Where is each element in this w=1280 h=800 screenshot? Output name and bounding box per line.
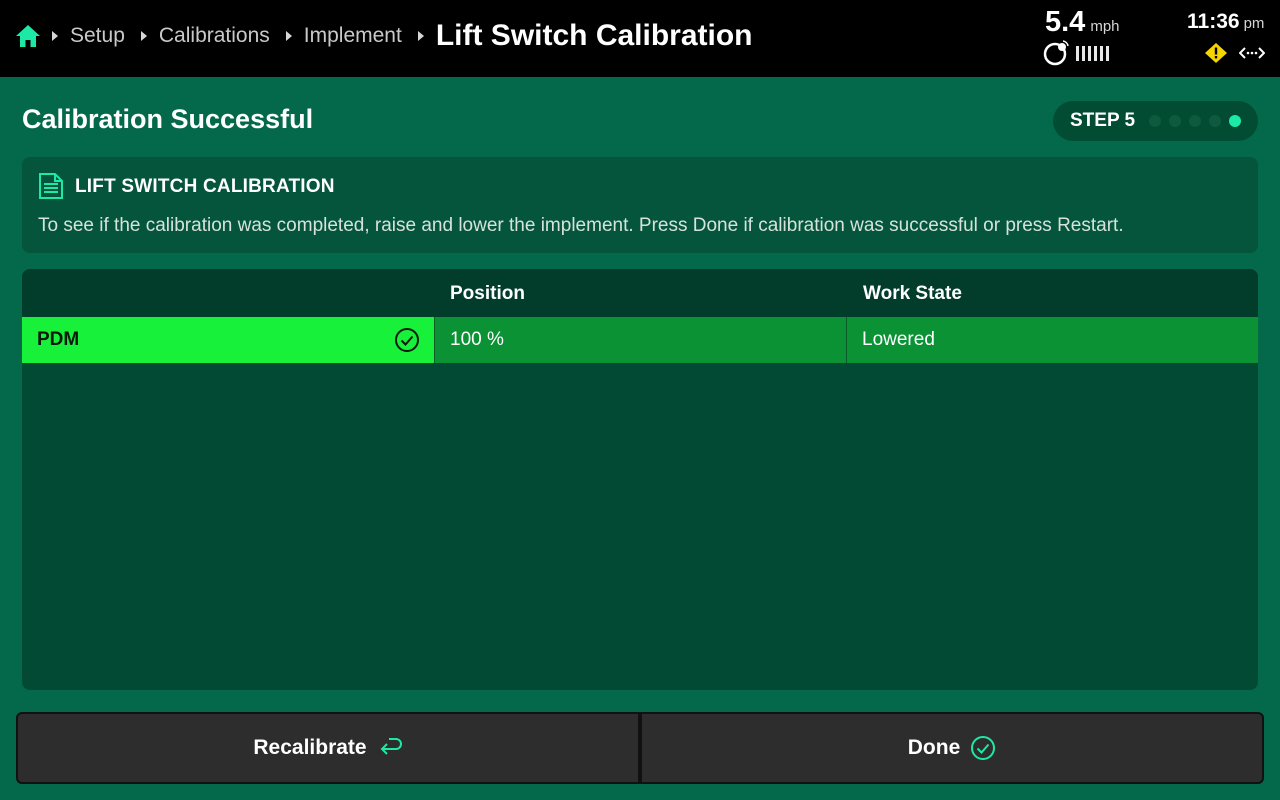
page-heading: Lift Switch Calibration	[435, 19, 753, 52]
step-dot	[1189, 115, 1202, 127]
row-name-cell: PDM	[22, 317, 434, 363]
table-header: Position Work State	[22, 269, 1258, 317]
document-icon	[39, 173, 63, 199]
step-dot-active	[1229, 115, 1242, 127]
done-button[interactable]: Done	[640, 712, 1264, 784]
column-header-work-state: Work State	[863, 283, 962, 304]
instruction-card: LIFT SWITCH CALIBRATION To see if the ca…	[22, 157, 1258, 253]
page-title: Calibration Successful	[22, 104, 314, 134]
step-indicator: STEP 5	[1053, 101, 1258, 141]
return-arrow-icon	[380, 738, 402, 755]
breadcrumb-setup[interactable]: Setup	[70, 24, 125, 48]
clock-time: 11:36	[1187, 10, 1240, 33]
connection-icon	[1239, 47, 1265, 59]
check-circle-icon	[395, 328, 419, 352]
step-label: STEP 5	[1070, 110, 1136, 131]
step-dots	[1149, 115, 1242, 127]
done-label: Done	[907, 736, 961, 759]
step-dot	[1209, 115, 1222, 127]
recalibrate-button[interactable]: Recalibrate	[16, 712, 640, 784]
breadcrumb-implement[interactable]: Implement	[304, 24, 402, 48]
check-circle-icon	[971, 736, 996, 760]
step-dot	[1149, 115, 1162, 127]
home-button[interactable]	[14, 22, 42, 50]
speed-unit: mph	[1090, 18, 1120, 35]
step-dot	[1169, 115, 1182, 127]
signal-bars-icon	[1076, 46, 1109, 61]
instruction-text: To see if the calibration was completed,…	[38, 215, 1124, 236]
clock: 11:36 pm	[1187, 10, 1264, 34]
row-position-cell: 100 %	[434, 317, 846, 363]
row-name: PDM	[37, 329, 80, 350]
caret-right-icon	[52, 31, 58, 41]
row-work-state-cell: Lowered	[846, 317, 1258, 363]
gps-icon	[1043, 40, 1069, 66]
top-bar: Setup Calibrations Implement Lift Switch…	[0, 0, 1280, 77]
caret-right-icon	[417, 31, 424, 41]
recalibrate-label: Recalibrate	[253, 736, 367, 759]
speed-readout: 5.4 mph	[1045, 6, 1120, 39]
action-bar: Recalibrate Done	[16, 712, 1264, 784]
instruction-title: LIFT SWITCH CALIBRATION	[75, 176, 335, 197]
calibration-table: Position Work State PDM 100 % Lowered	[22, 269, 1258, 690]
breadcrumb-calibrations[interactable]: Calibrations	[159, 24, 270, 48]
warning-icon[interactable]	[1205, 43, 1227, 63]
caret-right-icon	[140, 31, 147, 41]
home-icon	[16, 25, 40, 47]
caret-right-icon	[285, 31, 292, 41]
clock-ampm: pm	[1243, 15, 1265, 32]
table-row[interactable]: PDM 100 % Lowered	[22, 317, 1258, 363]
breadcrumb: Setup Calibrations Implement Lift Switch…	[52, 0, 753, 72]
column-header-position: Position	[450, 283, 525, 304]
speed-value: 5.4	[1045, 6, 1086, 38]
